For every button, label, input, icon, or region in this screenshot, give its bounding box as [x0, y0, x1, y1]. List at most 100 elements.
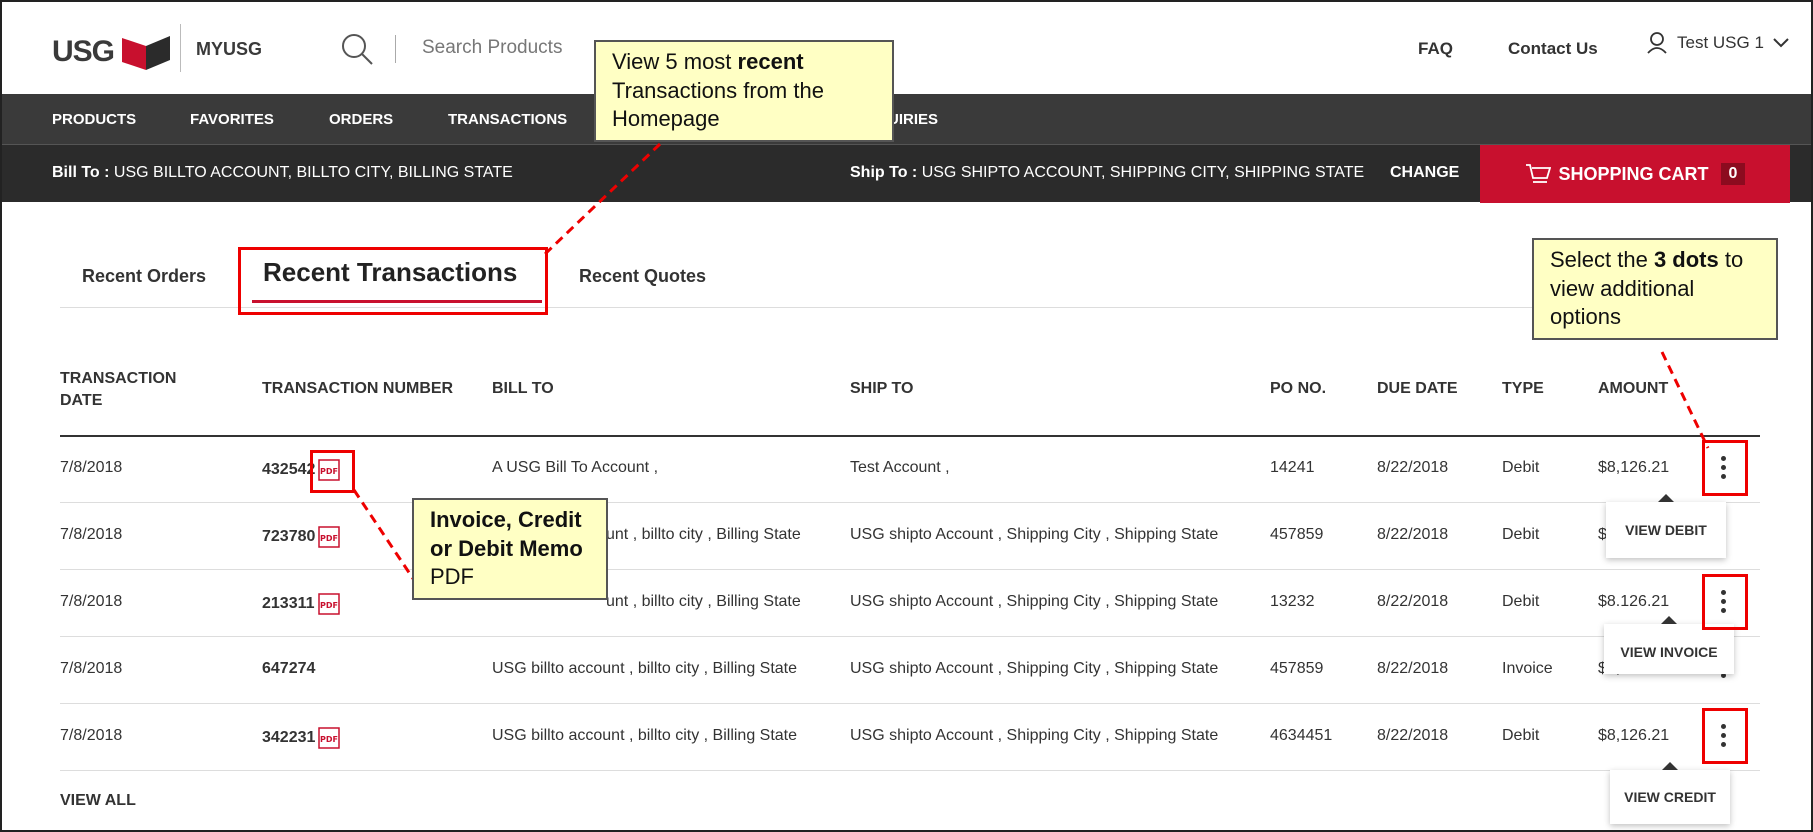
ship-to: Ship To : USG SHIPTO ACCOUNT, SHIPPING C… [850, 164, 1364, 182]
cell-bill-to: unt , billto city , Billing State [606, 526, 801, 543]
nav-inquiries[interactable]: UIRIES [888, 111, 938, 128]
cart-label: SHOPPING CART [1558, 163, 1709, 184]
user-icon [1647, 32, 1667, 54]
transaction-number[interactable]: 213311 [262, 595, 315, 612]
ship-to-value: USG SHIPTO ACCOUNT, SHIPPING CITY, SHIPP… [921, 164, 1365, 181]
callout-recent-transactions: View 5 most recent Transactions from the… [594, 40, 894, 142]
view-credit-popup[interactable]: VIEW CREDIT [1610, 762, 1730, 824]
portal-name[interactable]: MYUSG [196, 39, 262, 60]
user-name: Test USG 1 [1677, 33, 1764, 52]
cell-po: 4634451 [1270, 727, 1333, 744]
view-invoice-popup[interactable]: VIEW INVOICE [1604, 616, 1734, 674]
cell-due-date: 8/22/2018 [1377, 459, 1449, 476]
col-header-bill-to: BILL TO [492, 380, 554, 397]
main-nav: PRODUCTS FAVORITES ORDERS TRANSACTIONS U… [2, 94, 1811, 144]
highlight-pdf-icon [310, 450, 355, 493]
callout-dots-bold: 3 dots [1653, 247, 1719, 272]
col-header-amount: AMOUNT [1598, 380, 1669, 397]
callout-pdf: Invoice, Credit or Debit Memo PDF [412, 498, 608, 600]
cell-ship-to: USG shipto Account , Shipping City , Shi… [850, 727, 1219, 744]
chevron-down-icon [1773, 38, 1789, 48]
cell-due-date: 8/22/2018 [1377, 526, 1449, 543]
cell-type: Debit [1502, 593, 1540, 610]
col-header-due-date: DUE DATE [1377, 380, 1458, 397]
search-icon[interactable] [340, 32, 374, 66]
callout-three-dots: Select the 3 dots to view additional opt… [1532, 238, 1778, 340]
cell-due-date: 8/22/2018 [1377, 593, 1449, 610]
col-header-ship-to: SHIP TO [850, 380, 914, 397]
transaction-number[interactable]: 432542 [262, 461, 315, 478]
highlight-dots-row1 [1702, 440, 1748, 496]
view-all-link[interactable]: VIEW ALL [60, 792, 136, 810]
pdf-icon[interactable]: PDF [317, 593, 340, 615]
faq-link[interactable]: FAQ [1418, 39, 1453, 59]
contact-link[interactable]: Contact Us [1508, 39, 1598, 59]
svg-text:PDF: PDF [320, 735, 338, 744]
user-menu[interactable]: Test USG 1 [1647, 32, 1800, 54]
cell-number: 213311 PDF [262, 593, 340, 615]
transaction-number[interactable]: 723780 [262, 528, 315, 545]
shopping-cart-button[interactable]: SHOPPING CART 0 [1480, 145, 1790, 203]
cell-date: 7/8/2018 [60, 593, 123, 610]
table-row: 7/8/2018 723780 PDF unt , billto city , B… [60, 504, 1760, 570]
callout-top-bold: recent [737, 49, 804, 74]
nav-transactions[interactable]: TRANSACTIONS [448, 111, 567, 128]
col-header-type: TYPE [1502, 380, 1544, 397]
callout-top-pre: View 5 most [612, 49, 738, 74]
cell-number: 342231 PDF [262, 727, 341, 749]
usg-logo[interactable]: USG [52, 32, 174, 72]
nav-products[interactable]: PRODUCTS [52, 111, 136, 128]
cell-po: 14241 [1270, 459, 1315, 476]
callout-pdf-rest: PDF [430, 564, 474, 590]
pdf-icon[interactable]: PDF [318, 727, 341, 749]
cart-count-badge: 0 [1720, 163, 1746, 185]
cell-type: Debit [1502, 526, 1540, 543]
cell-date: 7/8/2018 [60, 459, 123, 476]
col-header-date: TRANSACTION DATE [60, 368, 176, 412]
account-bar: Bill To : USG BILLTO ACCOUNT, BILLTO CIT… [2, 144, 1811, 203]
app-frame: USG MYUSG FAQ Contact Us Test USG 1 [0, 0, 1813, 832]
bill-to-value: USG BILLTO ACCOUNT, BILLTO CITY, BILLING… [113, 164, 513, 181]
cell-bill-to: USG billto account , billto city , Billi… [492, 727, 798, 744]
cell-date: 7/8/2018 [60, 526, 123, 543]
cell-po: 457859 [1270, 526, 1324, 543]
transaction-number[interactable]: 342231 [262, 729, 315, 746]
cell-amount: $8,126.21 [1598, 727, 1670, 744]
callout-dots-pre: Select the [1550, 247, 1654, 272]
svg-text:PDF: PDF [320, 534, 338, 543]
highlight-dots-row3 [1702, 574, 1748, 630]
table-row: 7/8/2018 342231 PDF USG billto account , … [60, 705, 1760, 771]
cell-date: 7/8/2018 [60, 660, 123, 677]
cell-number: 723780 PDF [262, 526, 341, 548]
col-header-po: PO NO. [1270, 380, 1327, 397]
cell-date: 7/8/2018 [60, 727, 123, 744]
col-header-date-line2: DATE [60, 392, 103, 409]
bill-to-label: Bill To : [52, 164, 110, 181]
cell-type: Debit [1502, 459, 1540, 476]
svg-text:PDF: PDF [320, 601, 338, 610]
cell-type: Debit [1502, 727, 1540, 744]
cell-ship-to: USG shipto Account , Shipping City , Shi… [850, 660, 1219, 677]
tab-recent-orders[interactable]: Recent Orders [82, 266, 206, 287]
pdf-icon[interactable]: PDF [318, 526, 341, 548]
ship-to-label: Ship To : [850, 164, 918, 181]
nav-favorites[interactable]: FAVORITES [190, 111, 274, 128]
header-divider [180, 24, 181, 72]
cell-due-date: 8/22/2018 [1377, 660, 1449, 677]
cell-po: 13232 [1270, 593, 1315, 610]
cell-number[interactable]: 647274 [262, 660, 315, 678]
cart-icon [1525, 164, 1551, 183]
top-header: USG MYUSG FAQ Contact Us Test USG 1 [2, 2, 1811, 94]
cell-ship-to: USG shipto Account , Shipping City , Shi… [850, 526, 1219, 543]
view-debit-popup[interactable]: VIEW DEBIT [1606, 494, 1726, 558]
search-divider [395, 35, 396, 63]
table-row: 7/8/2018 647274 USG billto account , bil… [60, 638, 1760, 704]
cell-amount: $8.126.21 [1598, 593, 1670, 610]
bill-to: Bill To : USG BILLTO ACCOUNT, BILLTO CIT… [52, 164, 513, 182]
tab-recent-quotes[interactable]: Recent Quotes [579, 266, 706, 287]
change-account-link[interactable]: CHANGE [1390, 164, 1459, 182]
col-header-number: TRANSACTION NUMBER [262, 380, 454, 397]
nav-orders[interactable]: ORDERS [329, 111, 393, 128]
highlight-recent-transactions [238, 247, 548, 315]
highlight-dots-row5 [1702, 708, 1748, 764]
